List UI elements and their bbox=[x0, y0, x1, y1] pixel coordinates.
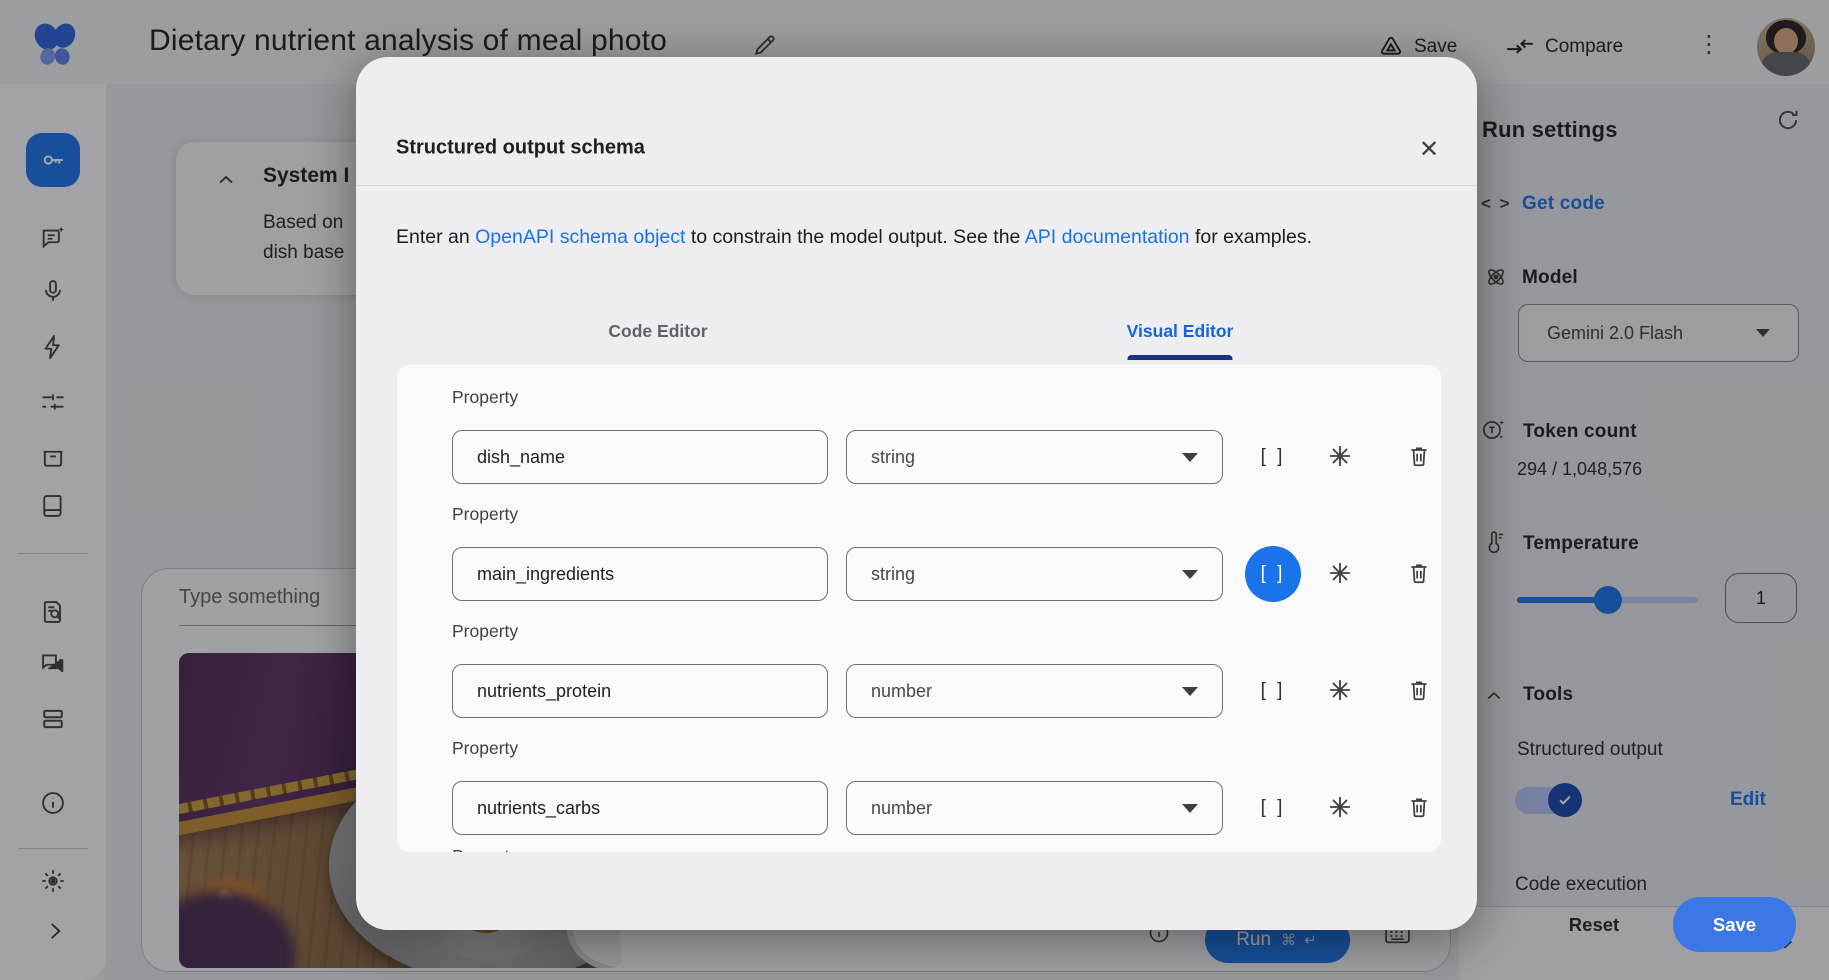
dialog-description: Enter an OpenAPI schema object to constr… bbox=[396, 226, 1456, 249]
property-label: Property bbox=[452, 621, 518, 642]
property-name-value: nutrients_carbs bbox=[477, 798, 600, 819]
property-name-value: nutrients_protein bbox=[477, 681, 611, 702]
property-type-select[interactable]: string bbox=[846, 430, 1223, 484]
property-name-input[interactable]: main_ingredients bbox=[452, 547, 828, 601]
visual-editor-panel: Property dish_name string [ ] bbox=[397, 365, 1441, 852]
app-window: Dietary nutrient analysis of meal photo … bbox=[0, 0, 1829, 980]
delete-property-button[interactable] bbox=[1406, 560, 1436, 590]
delete-property-button[interactable] bbox=[1406, 677, 1436, 707]
property-name-input[interactable]: nutrients_protein bbox=[452, 664, 828, 718]
delete-property-button[interactable] bbox=[1406, 443, 1436, 473]
dialog-save-button[interactable]: Save bbox=[1673, 897, 1796, 952]
property-name-input[interactable]: dish_name bbox=[452, 430, 828, 484]
chevron-down-icon bbox=[1182, 804, 1198, 813]
property-type-select[interactable]: number bbox=[846, 664, 1223, 718]
property-type-select[interactable]: number bbox=[846, 781, 1223, 835]
openapi-schema-link[interactable]: OpenAPI schema object bbox=[475, 226, 685, 248]
dialog-header-divider bbox=[356, 185, 1477, 186]
desc-text: to constrain the model output. See the bbox=[685, 226, 1024, 248]
array-toggle-button-active[interactable]: [ ] bbox=[1245, 546, 1301, 602]
chevron-down-icon bbox=[1182, 687, 1198, 696]
required-toggle-button[interactable] bbox=[1327, 794, 1357, 824]
array-toggle-button[interactable]: [ ] bbox=[1245, 429, 1301, 485]
tab-label: Visual Editor bbox=[1127, 321, 1234, 342]
desc-text: Enter an bbox=[396, 226, 475, 248]
tab-visual-editor[interactable]: Visual Editor bbox=[919, 302, 1441, 360]
array-toggle-button[interactable]: [ ] bbox=[1245, 663, 1301, 719]
property-type-value: string bbox=[871, 564, 915, 585]
property-type-value: number bbox=[871, 798, 932, 819]
property-type-select[interactable]: string bbox=[846, 547, 1223, 601]
dialog-title: Structured output schema bbox=[396, 137, 645, 160]
chevron-down-icon bbox=[1182, 453, 1198, 462]
active-tab-indicator bbox=[1128, 355, 1233, 360]
chevron-down-icon bbox=[1182, 570, 1198, 579]
property-label: Property bbox=[452, 846, 518, 852]
property-name-value: main_ingredients bbox=[477, 564, 614, 585]
required-toggle-button[interactable] bbox=[1327, 560, 1357, 590]
reset-button[interactable]: Reset bbox=[1544, 905, 1644, 945]
array-toggle-button[interactable]: [ ] bbox=[1245, 780, 1301, 836]
property-label: Property bbox=[452, 504, 518, 525]
property-label: Property bbox=[452, 387, 518, 408]
structured-output-schema-dialog: Structured output schema ✕ Enter an Open… bbox=[356, 57, 1477, 930]
property-name-input[interactable]: nutrients_carbs bbox=[452, 781, 828, 835]
close-icon[interactable]: ✕ bbox=[1414, 134, 1444, 164]
desc-text: for examples. bbox=[1190, 226, 1312, 248]
editor-tabs: Code Editor Visual Editor bbox=[397, 302, 1441, 360]
property-type-value: number bbox=[871, 681, 932, 702]
property-type-value: string bbox=[871, 447, 915, 468]
required-toggle-button[interactable] bbox=[1327, 677, 1357, 707]
property-name-value: dish_name bbox=[477, 447, 565, 468]
delete-property-button[interactable] bbox=[1406, 794, 1436, 824]
tab-code-editor[interactable]: Code Editor bbox=[397, 302, 919, 360]
required-toggle-button[interactable] bbox=[1327, 443, 1357, 473]
property-label: Property bbox=[452, 738, 518, 759]
api-documentation-link[interactable]: API documentation bbox=[1025, 226, 1190, 248]
